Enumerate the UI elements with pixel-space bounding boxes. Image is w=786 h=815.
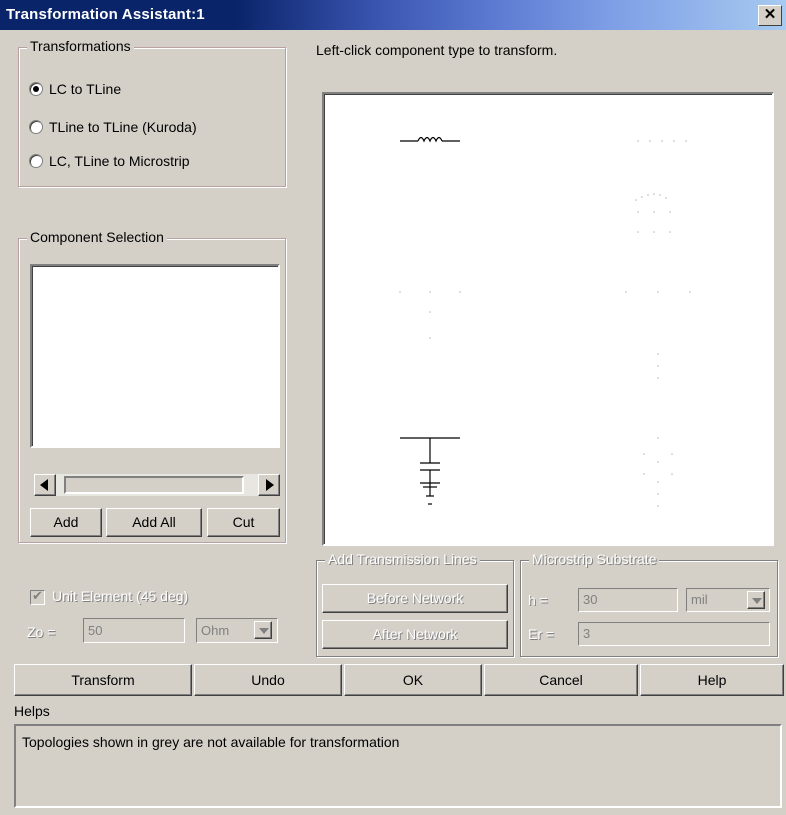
radio-label: LC to TLine [49,81,122,97]
shunt-capacitor-symbol[interactable] [400,437,460,505]
er-label: Er = [528,626,555,642]
chevron-down-icon [259,628,269,634]
inductor-symbol[interactable] [400,136,460,143]
dropdown-button[interactable] [747,591,765,609]
unit-element-label: Unit Element (45 deg) [52,588,189,604]
radio-lc-to-tline[interactable]: LC to TLine [29,81,121,97]
h-label: h = [528,592,548,608]
component-list[interactable] [30,264,280,448]
radio-button[interactable] [29,120,43,134]
radio-tline-to-tline[interactable]: TLine to TLine (Kuroda) [29,119,197,135]
scrollbar-track[interactable] [64,476,244,494]
cancel-button[interactable]: Cancel [484,664,638,696]
window-title: Transformation Assistant:1 [6,6,205,23]
zo-input[interactable]: 50 [83,618,185,643]
before-network-button[interactable]: Before Network [322,584,508,613]
radio-label: LC, TLine to Microstrip [49,153,190,169]
close-button[interactable]: ✕ [758,5,782,26]
transformations-group-title: Transformations [27,38,134,54]
zo-unit-value: Ohm [201,623,230,638]
topology-diagram [399,136,691,507]
helps-message: Topologies shown in grey are not availab… [22,734,400,750]
unit-element-checkbox[interactable]: ✔ [30,588,45,605]
radio-label: TLine to TLine (Kuroda) [49,119,197,135]
chevron-down-icon [752,598,762,604]
component-selection-title: Component Selection [27,229,167,245]
help-button[interactable]: Help [640,664,784,696]
instruction-text: Left-click component type to transform. [316,42,558,58]
arrow-left-icon [40,479,48,491]
topology-canvas[interactable] [322,92,774,546]
add-button[interactable]: Add [30,508,102,537]
title-bar[interactable]: Transformation Assistant:1 ✕ [0,0,786,30]
unavailable-topologies [399,140,691,507]
zo-label: Zo = [27,624,56,640]
undo-button[interactable]: Undo [194,664,342,696]
radio-button[interactable] [29,154,43,168]
zo-unit-select[interactable]: Ohm [196,618,278,643]
helps-label: Helps [14,703,50,719]
radio-button-selected[interactable] [29,82,43,96]
radio-lc-tline-to-microstrip[interactable]: LC, TLine to Microstrip [29,153,190,169]
scroll-right-button[interactable] [258,474,280,496]
dropdown-button[interactable] [254,621,272,639]
add-transmission-lines-title: Add Transmission Lines [325,551,480,567]
ok-button[interactable]: OK [344,664,482,696]
microstrip-substrate-title: Microstrip Substrate [529,551,660,567]
arrow-right-icon [266,479,274,491]
add-all-button[interactable]: Add All [106,508,202,537]
transformations-group: Transformations LC to TLine TLine to TLi… [18,38,286,187]
cut-button[interactable]: Cut [207,508,280,537]
h-unit-select[interactable]: mil [686,588,770,612]
helps-text-box: Topologies shown in grey are not availab… [14,724,782,808]
er-input[interactable]: 3 [578,622,770,646]
h-input[interactable]: 30 [578,588,678,612]
transform-button[interactable]: Transform [14,664,192,696]
after-network-button[interactable]: After Network [322,620,508,649]
horizontal-scrollbar[interactable] [34,474,280,496]
h-unit-value: mil [691,592,708,607]
check-icon: ✔ [32,588,43,603]
scroll-left-button[interactable] [34,474,56,496]
